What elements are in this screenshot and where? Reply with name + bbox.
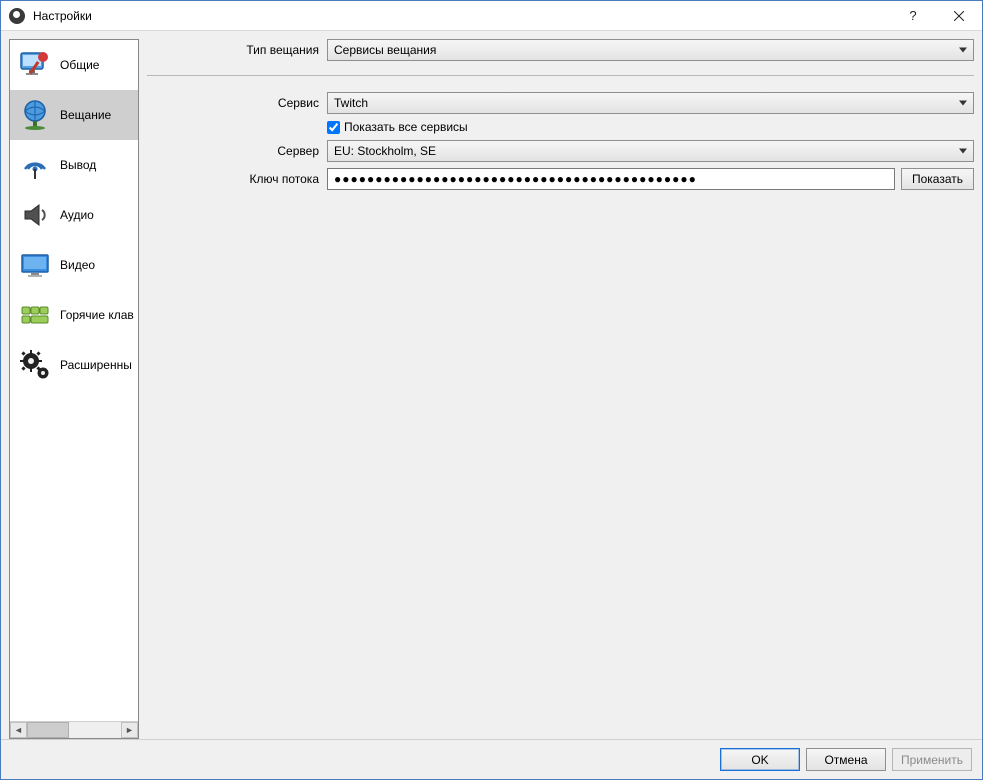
server-combo[interactable]: EU: Stockholm, SE: [327, 140, 974, 162]
sidebar-item-stream[interactable]: Вещание: [10, 90, 138, 140]
antenna-icon: [16, 146, 54, 184]
section-divider: [147, 75, 974, 76]
row-stream-key: Ключ потока ●●●●●●●●●●●●●●●●●●●●●●●●●●●●…: [147, 168, 974, 190]
broadcast-type-label: Тип вещания: [147, 43, 327, 57]
scroll-left-button[interactable]: ◄: [10, 722, 27, 738]
cancel-button[interactable]: Отмена: [806, 748, 886, 771]
sidebar-item-advanced[interactable]: Расширенны: [10, 340, 138, 390]
sidebar-item-general[interactable]: Общие: [10, 40, 138, 90]
broadcast-type-value: Сервисы вещания: [334, 43, 436, 57]
show-key-button[interactable]: Показать: [901, 168, 974, 190]
gears-icon: [16, 346, 54, 384]
window-buttons: ?: [890, 1, 982, 31]
service-label: Сервис: [147, 96, 327, 110]
settings-window: Настройки ?: [0, 0, 983, 780]
server-label: Сервер: [147, 144, 327, 158]
show-all-label: Показать все сервисы: [344, 120, 468, 134]
monitor-icon: [16, 246, 54, 284]
service-combo[interactable]: Twitch: [327, 92, 974, 114]
help-button[interactable]: ?: [890, 1, 936, 31]
sidebar-item-audio[interactable]: Аудио: [10, 190, 138, 240]
sidebar-item-video[interactable]: Видео: [10, 240, 138, 290]
stream-key-mask: ●●●●●●●●●●●●●●●●●●●●●●●●●●●●●●●●●●●●●●●●…: [334, 172, 697, 186]
row-service: Сервис Twitch: [147, 92, 974, 114]
sidebar-scrollbar[interactable]: ◄ ►: [10, 721, 138, 738]
apply-button[interactable]: Применить: [892, 748, 972, 771]
category-list: Общие Вещание: [10, 40, 138, 721]
sidebar-item-label: Вещание: [60, 108, 111, 122]
server-value: EU: Stockholm, SE: [334, 144, 436, 158]
stream-key-input[interactable]: ●●●●●●●●●●●●●●●●●●●●●●●●●●●●●●●●●●●●●●●●…: [327, 168, 895, 190]
sidebar-item-label: Видео: [60, 258, 95, 272]
monitor-wrench-icon: [16, 46, 54, 84]
window-title: Настройки: [33, 9, 890, 23]
speaker-icon: [16, 196, 54, 234]
category-sidebar: Общие Вещание: [9, 39, 139, 739]
sidebar-item-label: Горячие клав: [60, 308, 134, 322]
app-icon: [9, 8, 25, 24]
row-server: Сервер EU: Stockholm, SE: [147, 140, 974, 162]
close-button[interactable]: [936, 1, 982, 31]
dialog-footer: OK Отмена Применить: [1, 739, 982, 779]
dialog-body: Общие Вещание: [1, 31, 982, 739]
show-all-checkbox-input[interactable]: [327, 121, 340, 134]
keyboard-icon: [16, 296, 54, 334]
sidebar-item-label: Расширенны: [60, 358, 132, 372]
sidebar-item-label: Аудио: [60, 208, 94, 222]
scroll-thumb[interactable]: [27, 722, 69, 738]
close-icon: [954, 11, 964, 21]
row-broadcast-type: Тип вещания Сервисы вещания: [147, 39, 974, 61]
ok-button[interactable]: OK: [720, 748, 800, 771]
settings-content: Тип вещания Сервисы вещания Сервис Twitc…: [147, 39, 974, 739]
service-value: Twitch: [334, 96, 368, 110]
sidebar-item-hotkeys[interactable]: Горячие клав: [10, 290, 138, 340]
show-all-services-checkbox[interactable]: Показать все сервисы: [327, 120, 468, 134]
broadcast-type-combo[interactable]: Сервисы вещания: [327, 39, 974, 61]
sidebar-item-label: Общие: [60, 58, 99, 72]
scroll-track[interactable]: [27, 722, 121, 738]
row-show-all: Показать все сервисы: [147, 120, 974, 134]
stream-key-label: Ключ потока: [147, 172, 327, 186]
titlebar: Настройки ?: [1, 1, 982, 31]
scroll-right-button[interactable]: ►: [121, 722, 138, 738]
globe-network-icon: [16, 96, 54, 134]
sidebar-item-label: Вывод: [60, 158, 96, 172]
sidebar-item-output[interactable]: Вывод: [10, 140, 138, 190]
